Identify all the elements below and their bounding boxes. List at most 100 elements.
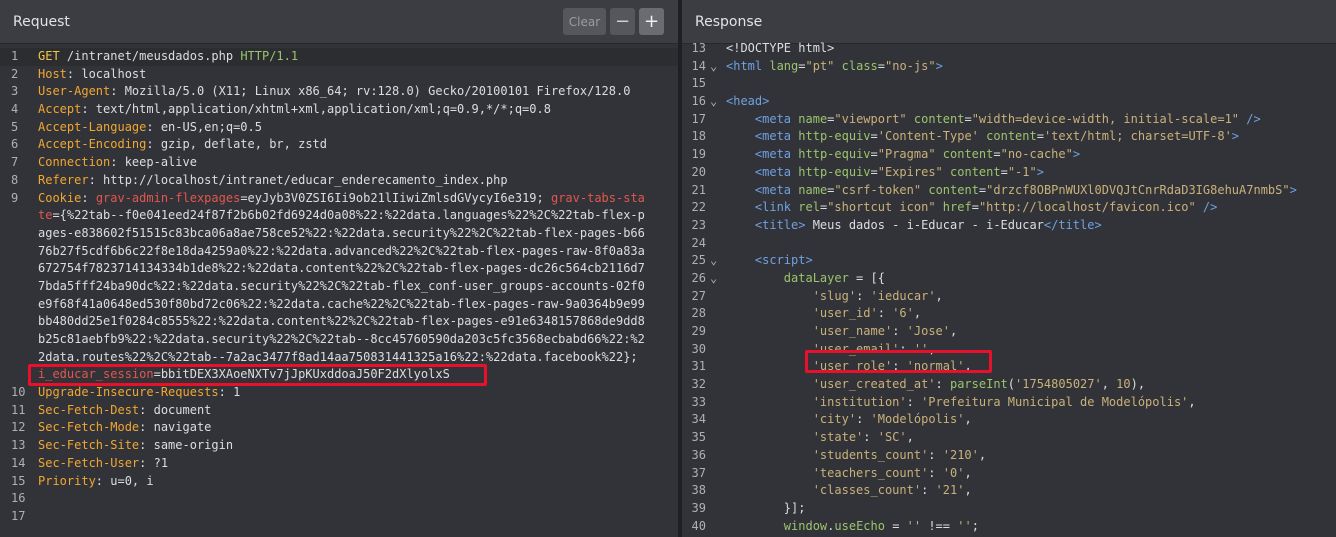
code-token: 76b27f5cdf6b6c22f8e18da4259a0%22:%22data… xyxy=(38,243,645,258)
code-token: : xyxy=(863,430,878,445)
line-number: 40 xyxy=(691,518,706,533)
code-token: 'user_email' xyxy=(812,341,900,356)
line-text: dataLayer = [{ xyxy=(726,270,1336,288)
code-token: = xyxy=(993,147,1001,162)
collapse-button[interactable]: − xyxy=(610,8,635,35)
response-line: 21 <meta name="csrf-token" content="drzc… xyxy=(682,182,1336,200)
code-token: : http://localhost/intranet/educar_ender… xyxy=(88,172,508,187)
fold-gutter xyxy=(706,182,726,200)
code-token: = xyxy=(884,518,907,533)
code-token: rel xyxy=(798,200,820,215)
response-line: 25 ⌄ <script> xyxy=(682,252,1336,270)
request-line: 13 Sec-Fetch-Site: same-origin xyxy=(0,437,678,455)
line-text: 7bda5fff24ba90dc%22:%22data.security%22%… xyxy=(38,278,678,296)
line-number: 4 xyxy=(11,102,19,117)
code-token: useEcho xyxy=(834,518,885,533)
code-token: = xyxy=(870,164,878,179)
code-token: content xyxy=(986,129,1037,144)
code-token: 'Jose' xyxy=(906,324,950,338)
line-text: <meta name="csrf-token" content="drzcf8O… xyxy=(726,182,1336,200)
line-number: 11 xyxy=(11,402,26,417)
code-token: <title> xyxy=(754,217,806,232)
code-token: "Pragma" xyxy=(877,147,936,162)
code-token: Sec-Fetch-Site xyxy=(38,438,140,453)
response-editor[interactable]: 13 <!DOCTYPE html> 14 ⌄ <html lang="pt" clas… xyxy=(682,40,1336,537)
code-token: : document xyxy=(139,402,212,417)
code-token: <!DOCTYPE html> xyxy=(726,41,835,55)
line-number: 25 xyxy=(691,253,706,268)
code-token: 2data.routes%22%2C%22tab--7a2ac3477f8ad1… xyxy=(38,349,638,364)
fold-chevron-icon[interactable]: ⌄ xyxy=(706,252,726,270)
line-text: Host: localhost xyxy=(38,66,678,84)
request-title: Request xyxy=(13,13,70,30)
code-token: =eyJyb3V0ZSI6Ii9ob21lIiwiZmlsdGVycyI6e31… xyxy=(240,190,551,205)
line-text: 'user_id': '6', xyxy=(726,305,1336,323)
code-token: > xyxy=(1036,164,1044,179)
code-token: = xyxy=(870,129,878,144)
response-line: 31 'user_role': 'normal', xyxy=(682,358,1336,376)
fold-chevron-icon[interactable]: ⌄ xyxy=(706,58,726,76)
code-token: "Expires" xyxy=(877,164,943,179)
code-token: > xyxy=(935,58,943,73)
request-line: ages-e838602f51515c83bca06a8ae758ce52%22… xyxy=(0,225,678,243)
response-line: 22 <link rel="shortcut icon" href="http:… xyxy=(682,199,1336,217)
line-number: 10 xyxy=(11,385,26,400)
code-token: GET xyxy=(38,49,60,63)
code-token: 'user_name' xyxy=(812,324,893,338)
code-token: HTTP/1.1 xyxy=(240,49,299,63)
code-token: i_educar_session xyxy=(38,367,154,382)
line-number: 17 xyxy=(691,111,706,126)
line-number: 14 xyxy=(11,455,26,470)
code-token: Upgrade-Insecure-Requests xyxy=(38,385,219,400)
line-number: 2 xyxy=(11,66,19,81)
code-token: > xyxy=(1289,182,1297,197)
response-line: 40 window.useEcho = '' !== ''; xyxy=(682,518,1336,536)
fold-chevron-icon[interactable]: ⌄ xyxy=(706,93,726,111)
expand-button[interactable]: + xyxy=(639,8,664,35)
code-token: ), xyxy=(1130,377,1146,392)
code-token: '' xyxy=(913,341,929,356)
request-editor[interactable]: 1 GET /intranet/meusdados.php HTTP/1.1 2 Ho… xyxy=(0,48,678,537)
code-token: 'SC' xyxy=(877,430,907,445)
code-token: dataLayer xyxy=(783,270,849,285)
clear-button[interactable]: Clear xyxy=(563,8,606,35)
code-token: : localhost xyxy=(66,66,147,81)
line-text: Accept-Language: en-US,en;q=0.5 xyxy=(38,119,678,137)
line-number: 6 xyxy=(11,137,19,152)
line-text: 'user_created_at': parseInt('1754805027'… xyxy=(726,376,1336,394)
line-text: Connection: keep-alive xyxy=(38,154,678,172)
fold-gutter xyxy=(706,394,726,412)
line-number: 33 xyxy=(691,394,706,409)
fold-gutter xyxy=(706,40,726,58)
code-token: "drzcf8OBPnWUXl0DVQJtCnrRdaD3IG8ehuA7nmb… xyxy=(986,182,1290,197)
request-line: 7 Connection: keep-alive xyxy=(0,154,678,172)
code-token: te xyxy=(38,208,53,223)
code-token: <meta xyxy=(754,164,799,179)
code-token: <meta xyxy=(754,111,799,126)
fold-chevron-icon[interactable]: ⌄ xyxy=(706,270,726,288)
line-text: 76b27f5cdf6b6c22f8e18da4259a0%22:%22data… xyxy=(38,243,678,261)
line-text: Referer: http://localhost/intranet/educa… xyxy=(38,172,678,190)
code-token: "-1" xyxy=(1007,164,1037,179)
fold-gutter xyxy=(706,482,726,500)
code-token: <meta xyxy=(754,147,799,162)
line-text: te={%22tab--f0e041eed24f87f2b6b02fd6924d… xyxy=(38,207,678,225)
code-token: "no-js" xyxy=(885,58,936,73)
code-token: b25c81aebfb9%22:%22data.security%22%2C%2… xyxy=(38,332,645,346)
code-token: '21' xyxy=(935,483,965,498)
code-token: /intranet/meusdados.php xyxy=(59,49,241,63)
request-line: 3 User-Agent: Mozilla/5.0 (X11; Linux x86… xyxy=(0,83,678,101)
line-number: 20 xyxy=(691,164,706,179)
line-number xyxy=(0,260,38,278)
code-token: Accept xyxy=(38,102,82,117)
request-line: 5 Accept-Language: en-US,en;q=0.5 xyxy=(0,119,678,137)
line-number xyxy=(0,225,38,243)
